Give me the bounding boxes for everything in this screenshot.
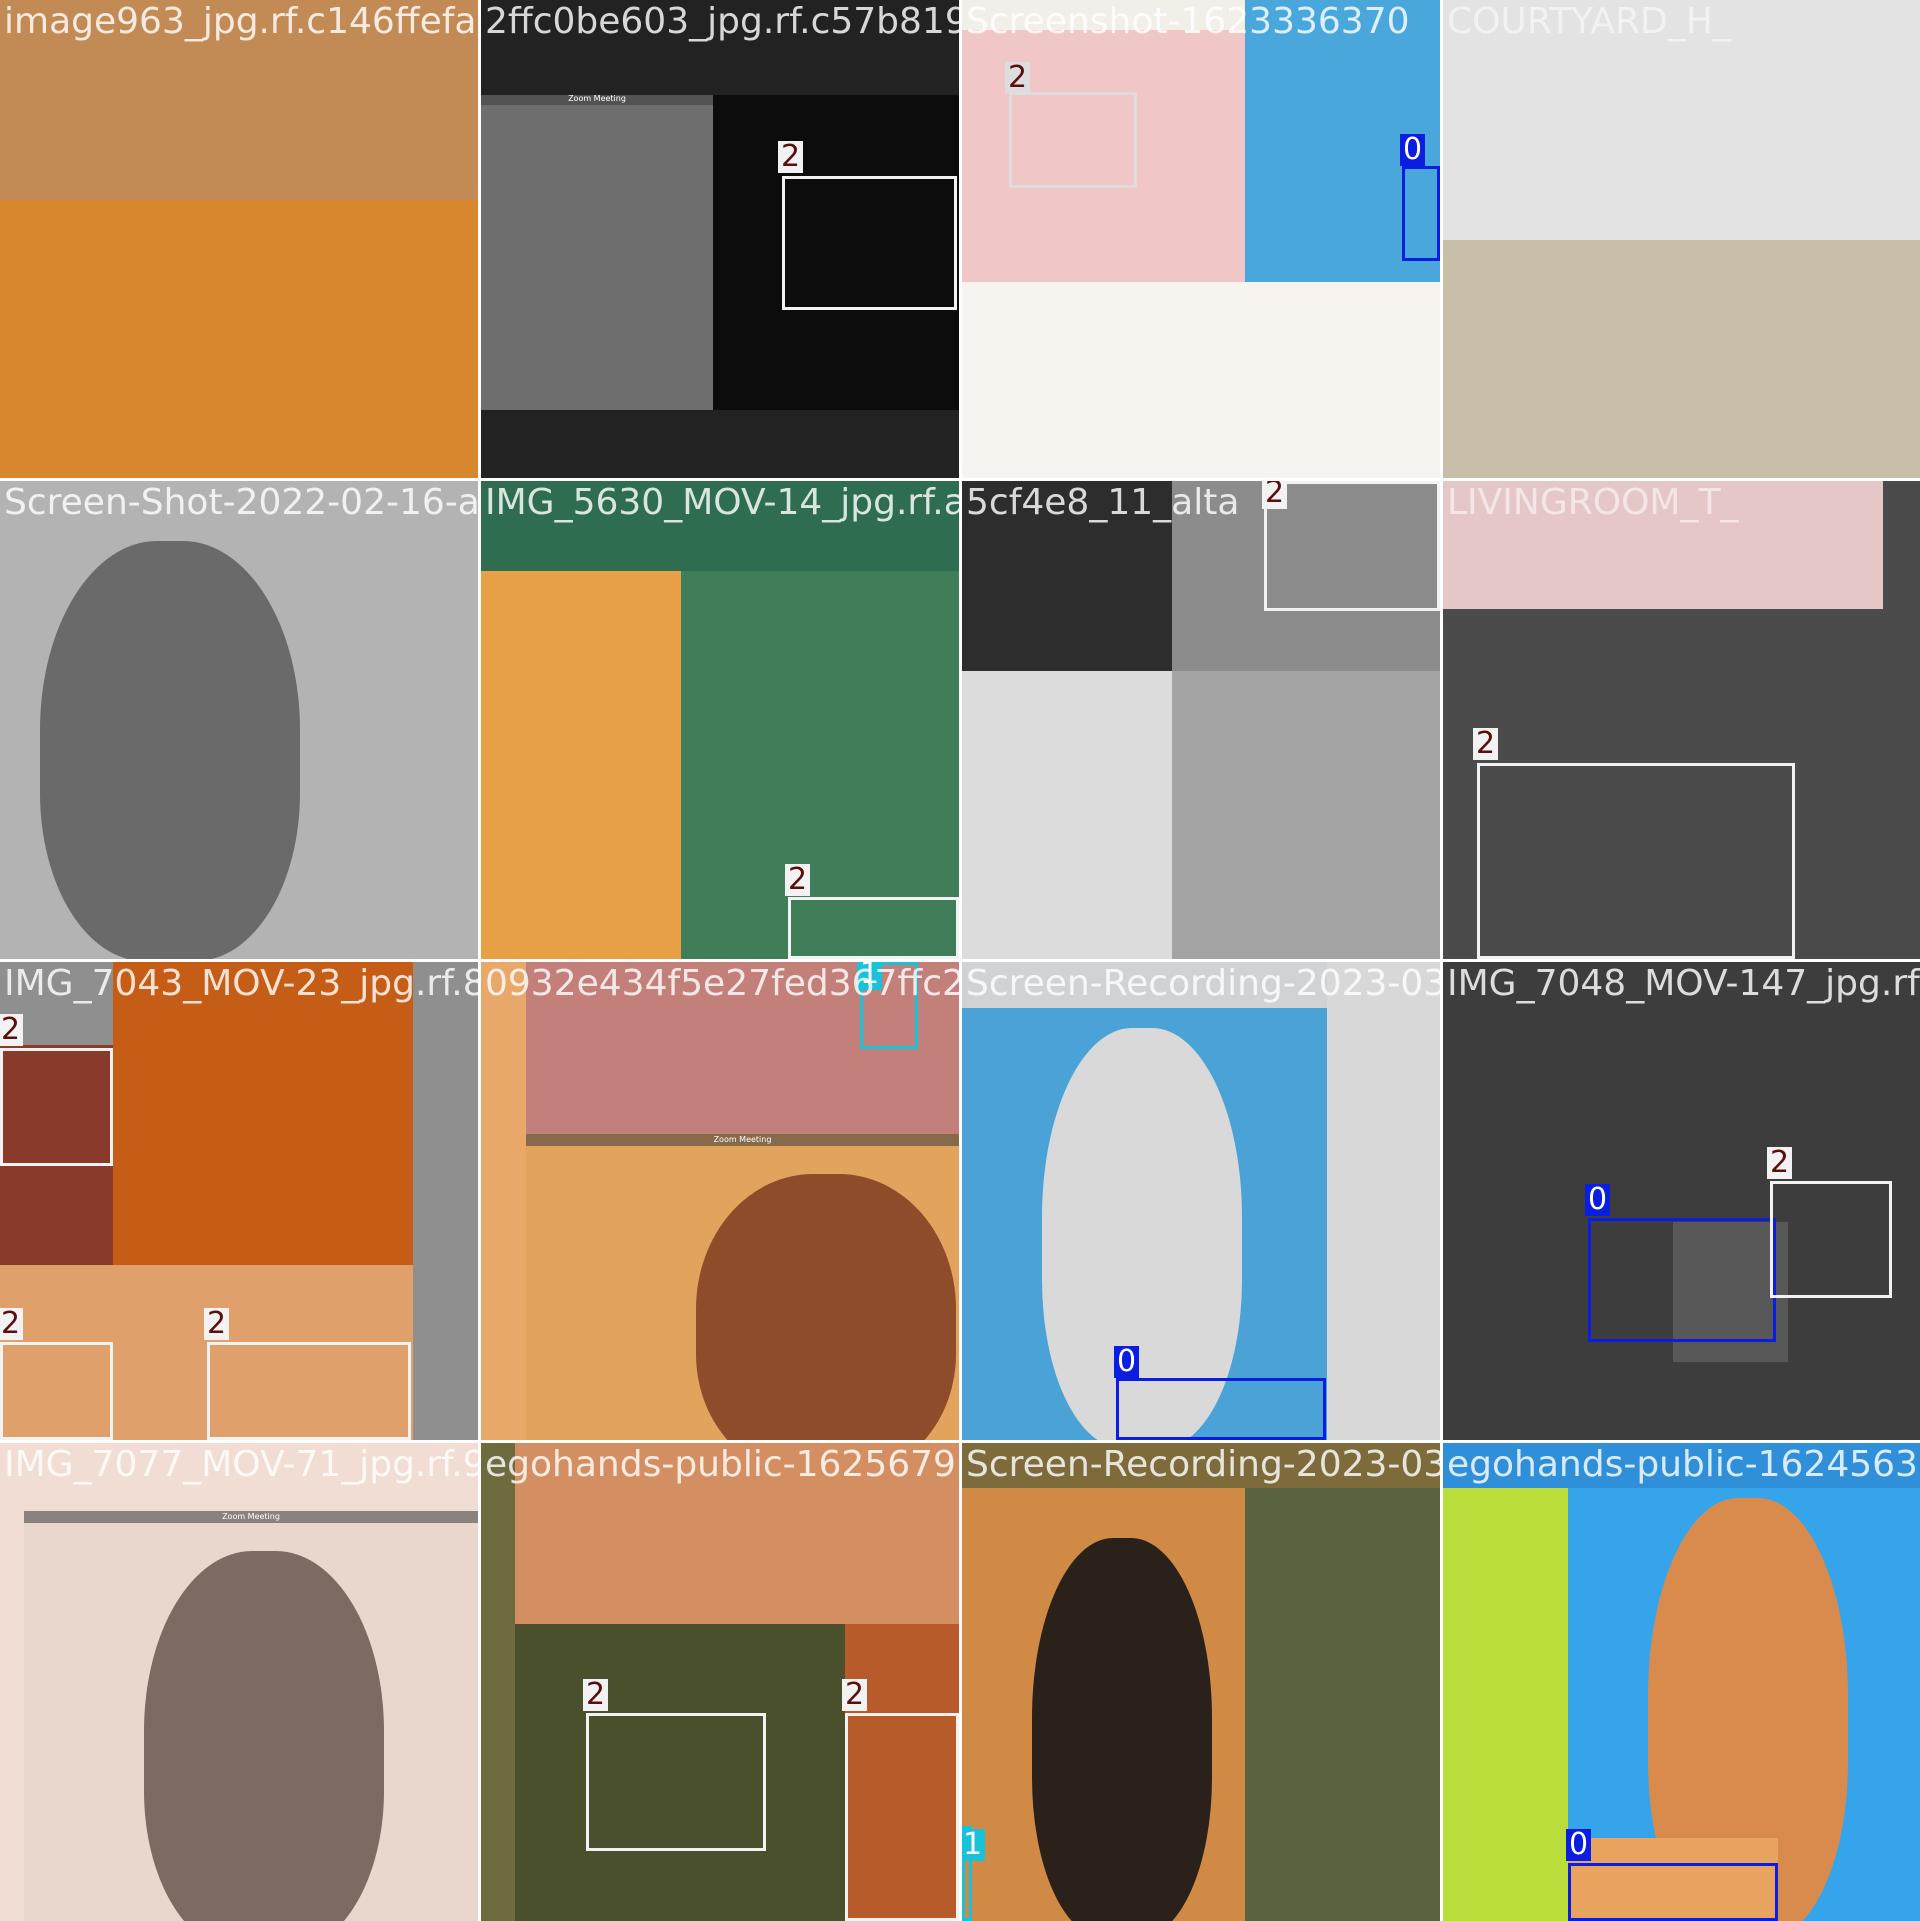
person-silhouette: [40, 541, 300, 959]
mosaic-tile: 2 0 Screenshot-1623336370: [962, 0, 1440, 478]
mosaic-tile: 0 Screen-Recording-2023-03-: [962, 962, 1440, 1440]
photo-region: [1172, 671, 1440, 959]
mosaic-tile: 0 egohands-public-162456339: [1443, 1443, 1920, 1921]
photo-region: [481, 571, 681, 959]
bounding-box-label: 2: [1767, 1147, 1793, 1179]
bounding-box-label: 0: [1585, 1184, 1611, 1216]
photo-region: [1443, 1488, 1568, 1921]
bounding-box-label: 0: [1400, 134, 1426, 166]
bounding-box: [207, 1342, 411, 1440]
bounding-box: [1770, 1181, 1892, 1298]
bounding-box-label: 2: [204, 1308, 230, 1340]
bounding-box-label: 2: [0, 1308, 24, 1340]
zoom-meeting-bar: Zoom Meeting: [526, 1134, 959, 1146]
tile-filename: Screen-Recording-2023-03-: [966, 1444, 1440, 1485]
photo-region: [962, 481, 1172, 671]
tile-filename: 2ffc0be603_jpg.rf.c57b8195: [485, 1, 959, 42]
photo-region: [0, 0, 478, 200]
bounding-box: [1264, 481, 1440, 611]
bounding-box-label: 0: [1566, 1829, 1592, 1861]
bounding-box-label: 1: [857, 962, 883, 990]
mosaic-tile: Zoom Meeting IMG_7077_MOV-71_jpg.rf.9: [0, 1443, 478, 1921]
bounding-box-label: 2: [0, 1014, 24, 1046]
bounding-box-label: 2: [583, 1679, 609, 1711]
bounding-box: [1009, 92, 1137, 188]
person-silhouette: [144, 1551, 384, 1921]
bounding-box-label: 2: [785, 864, 811, 896]
bounding-box: [845, 1713, 959, 1921]
bounding-box-label: 1: [962, 1829, 986, 1861]
photo-region: [0, 200, 478, 478]
mosaic-tile: 2 5cf4e8_11_alta: [962, 481, 1440, 959]
bounding-box: [1568, 1863, 1778, 1921]
tile-filename: IMG_7077_MOV-71_jpg.rf.9: [4, 1444, 478, 1485]
bounding-box-label: 2: [1262, 481, 1288, 509]
photo-region: [962, 671, 1172, 959]
photo-region: Zoom Meeting: [526, 1134, 959, 1440]
photo-region: [515, 1443, 959, 1624]
bounding-box: [782, 176, 957, 310]
mosaic-tile: image963_jpg.rf.c146ffefa9ea2ffc0be603ea: [0, 0, 478, 478]
mosaic-tile: 0 2 IMG_7048_MOV-147_jpg.rf.: [1443, 962, 1920, 1440]
person-silhouette: [1032, 1538, 1212, 1921]
mosaic-tile: 2 LIVINGROOM_T_: [1443, 481, 1920, 959]
photo-region: [962, 1488, 1245, 1921]
bounding-box: [1588, 1218, 1776, 1342]
image-mosaic-grid: image963_jpg.rf.c146ffefa9ea2ffc0be603ea…: [0, 0, 1920, 1921]
tile-filename: IMG_5630_MOV-14_jpg.rf.a: [485, 482, 959, 523]
mosaic-tile: Screen-Shot-2022-02-16-at-1: [0, 481, 478, 959]
bounding-box-label: 2: [1005, 62, 1031, 94]
person-silhouette: [696, 1174, 956, 1440]
zoom-meeting-bar: Zoom Meeting: [24, 1511, 478, 1523]
photo-region: Zoom Meeting: [481, 95, 713, 410]
photo-region: [1245, 1488, 1440, 1921]
mosaic-tile: 2 IMG_5630_MOV-14_jpg.rf.a: [481, 481, 959, 959]
photo-region: [1327, 962, 1440, 1440]
tile-filename: egohands-public-162456339: [1447, 1444, 1920, 1485]
mosaic-tile: Zoom Meeting 1 0932e434f5e27fed367ffc26: [481, 962, 959, 1440]
mosaic-tile: Zoom Meeting 2 2ffc0be603_jpg.rf.c57b819…: [481, 0, 959, 478]
bounding-box: [0, 1342, 113, 1440]
bounding-box-label: 2: [778, 141, 804, 173]
tile-filename: IMG_7048_MOV-147_jpg.rf.: [1447, 963, 1920, 1004]
mosaic-tile: COURTYARD_H_: [1443, 0, 1920, 478]
bounding-box: [1116, 1378, 1326, 1440]
photo-region: [1443, 481, 1883, 609]
bounding-box-label: 2: [1473, 728, 1499, 760]
photo-region: [962, 1008, 1327, 1440]
photo-region: [1443, 0, 1920, 240]
mosaic-tile: 2 2 2 IMG_7043_MOV-23_jpg.rf.86: [0, 962, 478, 1440]
mosaic-tile: 2 2 egohands-public-1625679: [481, 1443, 959, 1921]
zoom-meeting-bar: Zoom Meeting: [481, 95, 713, 105]
photo-region: [0, 481, 478, 959]
bounding-box-label: 0: [1114, 1346, 1140, 1378]
photo-region: [113, 962, 413, 1265]
bounding-box: [0, 1048, 113, 1166]
bounding-box: [788, 897, 959, 959]
photo-region: [962, 282, 1440, 478]
bounding-box: [1402, 166, 1440, 261]
photo-region: Zoom Meeting: [24, 1511, 478, 1921]
bounding-box: [1477, 763, 1795, 959]
photo-region: [1443, 240, 1920, 478]
bounding-box-label: 2: [842, 1679, 868, 1711]
bounding-box: [586, 1713, 766, 1851]
mosaic-tile: 1 Screen-Recording-2023-03-: [962, 1443, 1440, 1921]
